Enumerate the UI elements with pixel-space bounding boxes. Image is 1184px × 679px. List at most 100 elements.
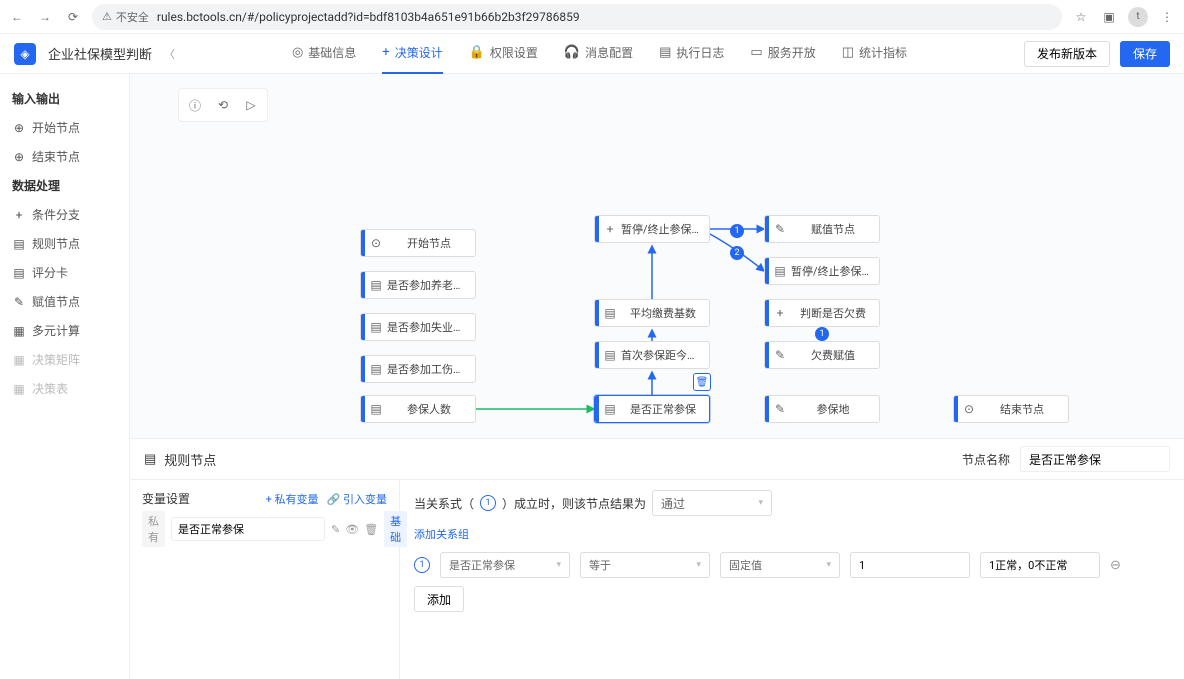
node-icon: +: [769, 306, 791, 320]
field-select[interactable]: 是否正常参保▾: [440, 552, 570, 578]
sidebar-section-title: 数据处理: [0, 171, 129, 200]
tab-消息配置[interactable]: 🎧消息配置: [564, 34, 633, 74]
star-icon[interactable]: ☆: [1072, 8, 1090, 26]
node-n7[interactable]: ▤首次参保距今月数: [594, 341, 710, 369]
import-var-link[interactable]: 🔗 引入变量: [327, 491, 387, 507]
info-icon[interactable]: ⓘ: [182, 92, 208, 118]
eye-icon[interactable]: 👁: [345, 523, 359, 536]
op-select[interactable]: 等于▾: [580, 552, 710, 578]
node-n13[interactable]: ✎参保地: [764, 395, 880, 423]
history-icon[interactable]: ⟲: [210, 92, 236, 118]
sidebar-item-赋值节点[interactable]: ✎赋值节点: [0, 287, 129, 316]
sidebar-icon: ▦: [12, 324, 26, 338]
sidebar-icon: ⊕: [12, 150, 26, 164]
sidebar-item-决策表: ▦决策表: [0, 374, 129, 403]
panel-title: 规则节点: [164, 450, 216, 469]
node-label: 参保人数: [387, 401, 475, 417]
node-icon: ▤: [365, 320, 387, 334]
more-icon[interactable]: ⋮: [1158, 8, 1176, 26]
canvas-toolbar: ⓘ ⟲ ▷: [178, 88, 268, 122]
sidebar-section-title: 输入输出: [0, 84, 129, 113]
result-select[interactable]: 通过▾: [652, 490, 772, 516]
remove-row-icon[interactable]: ⊖: [1110, 558, 1121, 573]
add-private-var-link[interactable]: + 私有变量: [266, 491, 319, 507]
node-label: 是否参加失业保险: [387, 319, 475, 335]
node-icon: ✎: [769, 402, 791, 416]
edge-badge: 2: [730, 246, 744, 260]
node-n5[interactable]: +暂停/终止参保时...: [594, 215, 710, 243]
tab-权限设置[interactable]: 🔒权限设置: [469, 34, 538, 74]
edit-icon[interactable]: ✎: [331, 523, 340, 536]
node-n8[interactable]: ▤是否正常参保: [594, 395, 710, 423]
reload-icon[interactable]: ⟳: [64, 8, 82, 26]
tab-icon: ▤: [659, 45, 671, 60]
node-n11[interactable]: +判断是否欠费: [764, 299, 880, 327]
node-n2[interactable]: ▤是否参加失业保险: [360, 313, 476, 341]
remark-input[interactable]: [980, 552, 1100, 578]
node-label: 暂停/终止参保时...: [621, 221, 709, 237]
tab-服务开放[interactable]: ▭服务开放: [750, 34, 815, 74]
node-n10[interactable]: ▤暂停/终止参保时...: [764, 257, 880, 285]
var-tag: 私有: [142, 511, 165, 547]
node-icon: ✎: [769, 222, 791, 236]
node-name-label: 节点名称: [962, 451, 1010, 468]
tabs: ◎基础信息 +决策设计 🔒权限设置 🎧消息配置 ▤执行日志 ▭服务开放 ◫统计指标: [187, 34, 1012, 74]
var-title: 变量设置: [142, 490, 190, 507]
node-n3[interactable]: ▤是否参加工伤保险: [360, 355, 476, 383]
tab-执行日志[interactable]: ▤执行日志: [659, 34, 724, 74]
sidebar-icon: ✎: [12, 295, 26, 309]
play-icon[interactable]: ▷: [238, 92, 264, 118]
node-end[interactable]: ⊙结束节点: [953, 395, 1069, 423]
rule-row-badge: 1: [414, 557, 430, 573]
rule-mid: ）成立时，则该节点结果为: [502, 495, 646, 512]
node-n1[interactable]: ▤是否参加养老保险: [360, 271, 476, 299]
avatar[interactable]: t: [1128, 7, 1148, 27]
sidebar-item-评分卡[interactable]: ▤评分卡: [0, 258, 129, 287]
add-row-button[interactable]: 添加: [414, 586, 464, 612]
sidebar-item-开始节点[interactable]: ⊕开始节点: [0, 113, 129, 142]
add-group-link[interactable]: 添加关系组: [414, 526, 469, 542]
logo-icon: ◈: [14, 43, 36, 65]
tab-基础信息[interactable]: ◎基础信息: [292, 34, 356, 74]
insecure-badge: ⚠ 不安全: [102, 9, 149, 25]
delete-node-button[interactable]: 🗑: [693, 373, 711, 391]
node-n6[interactable]: ▤平均缴费基数: [594, 299, 710, 327]
publish-button[interactable]: 发布新版本: [1024, 41, 1110, 67]
node-label: 判断是否欠费: [791, 305, 879, 321]
panel-icon[interactable]: ▣: [1100, 8, 1118, 26]
sidebar-icon: ▤: [12, 237, 26, 251]
node-icon: ▤: [365, 278, 387, 292]
connectors: [130, 74, 1184, 438]
node-icon: ▤: [769, 264, 791, 278]
value-input[interactable]: [850, 552, 970, 578]
sidebar-item-规则节点[interactable]: ▤规则节点: [0, 229, 129, 258]
sidebar-item-条件分支[interactable]: +条件分支: [0, 200, 129, 229]
url-bar[interactable]: ⚠ 不安全 rules.bctools.cn/#/policyprojectad…: [92, 4, 1062, 30]
tab-统计指标[interactable]: ◫统计指标: [842, 34, 907, 74]
forward-icon[interactable]: →: [36, 8, 54, 26]
node-n4[interactable]: ▤参保人数: [360, 395, 476, 423]
node-n12[interactable]: ✎欠费赋值: [764, 341, 880, 369]
trash-icon[interactable]: 🗑: [364, 523, 378, 536]
tab-决策设计[interactable]: +决策设计: [382, 34, 442, 74]
sidebar-item-结束节点[interactable]: ⊕结束节点: [0, 142, 129, 171]
canvas[interactable]: ⓘ ⟲ ▷ ⊙开始: [130, 74, 1184, 438]
node-config-panel: ▤ 规则节点 节点名称 变量设置 + 私有变量 🔗 引入变量: [130, 438, 1184, 679]
variable-row: 私有 ✎ 👁 🗑 基础: [142, 515, 387, 543]
edge-badge: 1: [730, 224, 744, 238]
node-label: 开始节点: [387, 235, 475, 251]
node-start[interactable]: ⊙开始节点: [360, 229, 476, 257]
node-name-input[interactable]: [1020, 446, 1170, 472]
tab-icon: +: [382, 45, 389, 60]
node-label: 赋值节点: [791, 221, 879, 237]
save-button[interactable]: 保存: [1120, 41, 1170, 67]
sidebar-item-多元计算[interactable]: ▦多元计算: [0, 316, 129, 345]
sidebar-icon: ▦: [12, 382, 26, 396]
type-select[interactable]: 固定值▾: [720, 552, 840, 578]
node-n9[interactable]: ✎赋值节点: [764, 215, 880, 243]
page-title: 企业社保模型判断: [48, 44, 152, 63]
back-icon[interactable]: ←: [8, 8, 26, 26]
collapse-icon[interactable]: 〈: [164, 46, 175, 62]
var-name-input[interactable]: [171, 517, 325, 541]
node-icon: ▤: [365, 362, 387, 376]
